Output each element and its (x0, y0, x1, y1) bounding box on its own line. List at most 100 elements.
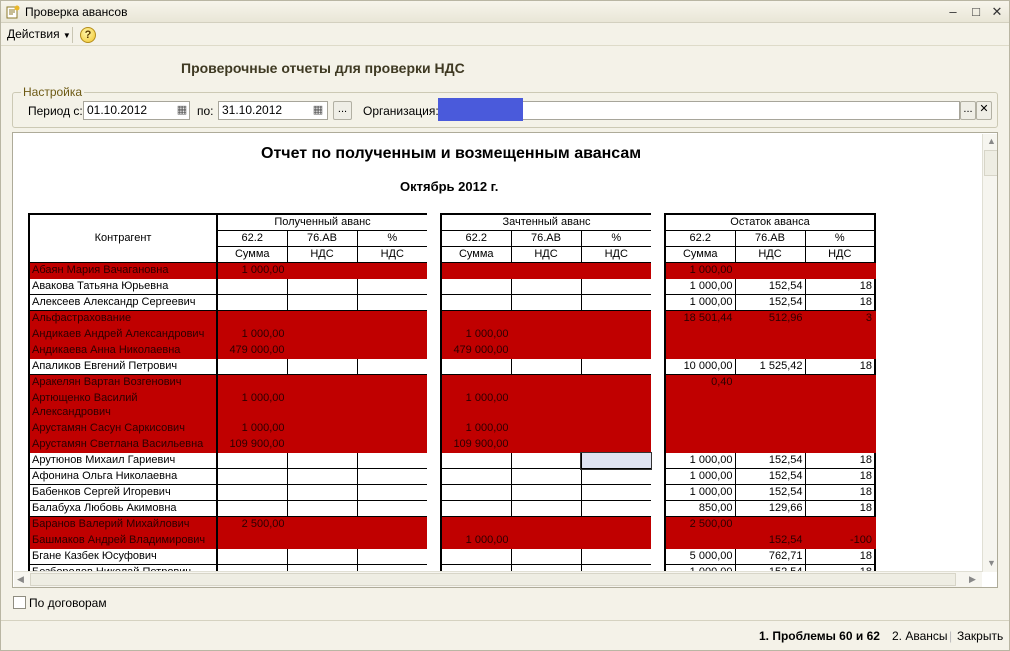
organization-select-button[interactable]: ... (960, 101, 976, 120)
balance-vat-cell[interactable]: 512,96 (734, 310, 805, 327)
received-pct-vat-cell[interactable] (356, 358, 427, 375)
minimize-icon[interactable]: – (945, 4, 961, 20)
received-pct-vat-cell[interactable] (356, 420, 427, 437)
balance-pct-vat-cell[interactable] (804, 262, 876, 279)
offset-pct-vat-cell[interactable] (580, 468, 651, 485)
table-row[interactable]: Бгане Казбек Юсуфович 5 000,00 762,71 18 (28, 548, 876, 565)
received-vat-cell[interactable] (286, 500, 357, 517)
balance-sum-cell[interactable]: 18 501,44 (664, 310, 735, 327)
scroll-left-icon[interactable]: ◀ (17, 574, 24, 585)
balance-vat-cell[interactable]: 1 525,42 (734, 358, 805, 375)
counterparty-cell[interactable]: Аракелян Вартан Возгенович (28, 374, 217, 391)
table-row[interactable]: Абаян Мария Вачагановна 1 000,00 1 000,00 (28, 262, 876, 279)
table-row[interactable]: Баранов Валерий Михайлович 2 500,00 2 500,… (28, 516, 876, 533)
received-vat-cell[interactable] (286, 390, 357, 421)
balance-vat-cell[interactable] (734, 342, 805, 359)
offset-vat-cell[interactable] (510, 358, 581, 375)
close-icon[interactable]: ✕ (989, 4, 1005, 20)
counterparty-cell[interactable]: Андикаева Анна Николаевна (28, 342, 217, 359)
received-vat-cell[interactable] (286, 436, 357, 453)
table-row[interactable]: Афонина Ольга Николаевна 1 000,00 152,54 18 (28, 468, 876, 485)
offset-vat-cell[interactable] (510, 452, 581, 469)
table-row[interactable]: Бабенков Сергей Игоревич 1 000,00 152,54 18 (28, 484, 876, 501)
offset-vat-cell[interactable] (510, 468, 581, 485)
received-vat-cell[interactable] (286, 358, 357, 375)
received-vat-cell[interactable] (286, 310, 357, 327)
balance-vat-cell[interactable]: 152,54 (734, 468, 805, 485)
offset-sum-cell[interactable] (440, 262, 511, 279)
nav-problems-60-62[interactable]: 1. Проблемы 60 и 62 (759, 629, 880, 643)
offset-sum-cell[interactable]: 1 000,00 (440, 532, 511, 549)
table-row[interactable]: Арустамян Светлана Васильевна 109 900,00 1… (28, 436, 876, 453)
received-vat-cell[interactable] (286, 278, 357, 295)
offset-sum-cell[interactable] (440, 484, 511, 501)
received-pct-vat-cell[interactable] (356, 310, 427, 327)
received-sum-cell[interactable]: 1 000,00 (216, 390, 287, 421)
balance-vat-cell[interactable]: 152,54 (734, 294, 805, 311)
balance-sum-cell[interactable] (664, 420, 735, 437)
offset-sum-cell[interactable] (440, 500, 511, 517)
received-sum-cell[interactable] (216, 484, 287, 501)
balance-sum-cell[interactable]: 850,00 (664, 500, 735, 517)
offset-pct-vat-cell[interactable] (580, 436, 651, 453)
received-pct-vat-cell[interactable] (356, 500, 427, 517)
balance-pct-vat-cell[interactable]: 18 (804, 548, 876, 565)
counterparty-cell[interactable]: Андикаев Андрей Александрович (28, 326, 217, 343)
offset-pct-vat-cell[interactable] (580, 358, 651, 375)
received-sum-cell[interactable] (216, 310, 287, 327)
balance-pct-vat-cell[interactable]: 18 (804, 294, 876, 311)
received-sum-cell[interactable]: 1 000,00 (216, 420, 287, 437)
offset-vat-cell[interactable] (510, 500, 581, 517)
organization-clear-icon[interactable]: ✕ (976, 101, 992, 120)
table-row[interactable]: Артющенко Василий Александрович 1 000,00 1… (28, 390, 876, 421)
counterparty-cell[interactable]: Арустамян Сасун Саркисович (28, 420, 217, 437)
balance-pct-vat-cell[interactable] (804, 374, 876, 391)
received-sum-cell[interactable] (216, 532, 287, 549)
balance-sum-cell[interactable] (664, 342, 735, 359)
received-sum-cell[interactable]: 2 500,00 (216, 516, 287, 533)
offset-pct-vat-cell[interactable] (580, 278, 651, 295)
received-pct-vat-cell[interactable] (356, 278, 427, 295)
counterparty-cell[interactable]: Бабенков Сергей Игоревич (28, 484, 217, 501)
received-vat-cell[interactable] (286, 420, 357, 437)
received-vat-cell[interactable] (286, 326, 357, 343)
offset-vat-cell[interactable] (510, 484, 581, 501)
received-vat-cell[interactable] (286, 468, 357, 485)
offset-pct-vat-cell[interactable] (580, 500, 651, 517)
offset-vat-cell[interactable] (510, 390, 581, 421)
offset-vat-cell[interactable] (510, 420, 581, 437)
counterparty-cell[interactable]: Баранов Валерий Михайлович (28, 516, 217, 533)
balance-pct-vat-cell[interactable] (804, 342, 876, 359)
balance-pct-vat-cell[interactable]: 3 (804, 310, 876, 327)
balance-vat-cell[interactable]: 129,66 (734, 500, 805, 517)
balance-sum-cell[interactable]: 1 000,00 (664, 262, 735, 279)
offset-sum-cell[interactable]: 1 000,00 (440, 420, 511, 437)
balance-vat-cell[interactable] (734, 390, 805, 421)
maximize-icon[interactable]: □ (968, 4, 984, 20)
balance-vat-cell[interactable]: 152,54 (734, 484, 805, 501)
balance-pct-vat-cell[interactable]: 18 (804, 484, 876, 501)
balance-vat-cell[interactable]: 762,71 (734, 548, 805, 565)
balance-vat-cell[interactable]: 152,54 (734, 452, 805, 469)
received-sum-cell[interactable]: 1 000,00 (216, 262, 287, 279)
horizontal-scrollbar[interactable]: ◀ ▶ (14, 571, 982, 587)
balance-vat-cell[interactable] (734, 420, 805, 437)
report-area[interactable]: Отчет по полученным и возмещенным аванса… (12, 132, 998, 588)
counterparty-cell[interactable]: Афонина Ольга Николаевна (28, 468, 217, 485)
organization-value-redacted[interactable] (438, 98, 523, 121)
offset-sum-cell[interactable] (440, 452, 511, 469)
offset-sum-cell[interactable] (440, 516, 511, 533)
offset-sum-cell[interactable] (440, 468, 511, 485)
offset-pct-vat-cell[interactable] (580, 262, 651, 279)
received-sum-cell[interactable]: 109 900,00 (216, 436, 287, 453)
counterparty-cell[interactable]: Абаян Мария Вачагановна (28, 262, 217, 279)
balance-sum-cell[interactable]: 5 000,00 (664, 548, 735, 565)
received-sum-cell[interactable]: 479 000,00 (216, 342, 287, 359)
offset-sum-cell[interactable]: 1 000,00 (440, 326, 511, 343)
received-pct-vat-cell[interactable] (356, 374, 427, 391)
offset-vat-cell[interactable] (510, 278, 581, 295)
offset-pct-vat-cell[interactable] (580, 484, 651, 501)
close-button[interactable]: Закрыть (957, 629, 1003, 643)
balance-pct-vat-cell[interactable] (804, 420, 876, 437)
received-pct-vat-cell[interactable] (356, 294, 427, 311)
